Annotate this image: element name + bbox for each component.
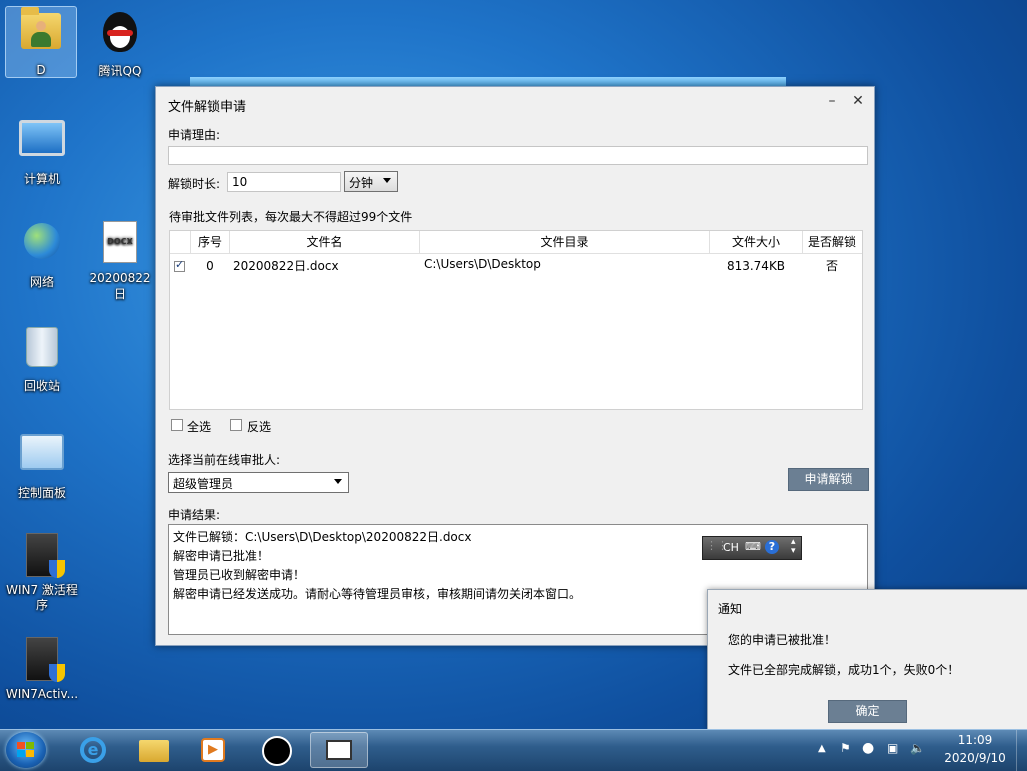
action-center-icon[interactable]: ⚑ (840, 741, 851, 755)
duration-label: 解锁时长: (168, 177, 221, 191)
computer-icon (19, 120, 65, 156)
qq-penguin-icon (103, 12, 137, 52)
clock-date[interactable]: 2020/9/10 (940, 751, 1010, 765)
desktop-icon-win7-activator[interactable]: WIN7 激活程序 (5, 530, 79, 613)
row-unlocked: 否 (825, 259, 838, 273)
minimize-button[interactable]: – (822, 93, 842, 111)
desktop-icon-recycle-bin[interactable]: 回收站 (7, 322, 77, 394)
taskbar-unlock-app[interactable] (310, 732, 368, 768)
row-file-size: 813.74KB (726, 259, 786, 273)
notification-message-2: 文件已全部完成解锁，成功1个，失败0个！ (728, 663, 960, 677)
desktop-icon-d[interactable]: D (5, 6, 77, 78)
notification-message-1: 您的申请已被批准！ (728, 633, 837, 647)
desktop-icon-label: 控制面板 (17, 486, 66, 500)
control-panel-icon (20, 434, 64, 470)
qq-tray-icon[interactable]: ● (862, 740, 874, 756)
duration-input[interactable] (227, 172, 341, 192)
show-desktop-button[interactable] (1016, 730, 1027, 771)
user-folder-icon (21, 7, 61, 49)
network-globe-icon (24, 223, 60, 259)
duration-unit-select[interactable]: 分钟 (344, 171, 398, 192)
row-checkbox[interactable] (174, 258, 185, 272)
notification-title: 通知 (718, 602, 743, 616)
docx-file-icon: DOCX (103, 221, 137, 263)
notification-ok-button[interactable]: 确定 (828, 700, 907, 723)
activator-box-icon (26, 637, 65, 682)
desktop-icon-label: D (36, 63, 46, 77)
keyboard-icon[interactable]: ⌨ (745, 540, 761, 553)
chevron-down-icon (383, 178, 391, 183)
column-header-dir[interactable]: 文件目录 (420, 231, 710, 253)
ime-toolbar[interactable]: ⋮⋮ CH ⌨ ? ▴ ▾ (702, 536, 802, 560)
invert-select-checkbox[interactable] (230, 419, 242, 431)
taskbar: e ▶ ▲ ⚑ ● ▣ 🔈 11:09 2020/9/10 (0, 729, 1027, 771)
desktop-icon-label: 腾讯QQ (98, 64, 142, 78)
invert-select-label[interactable]: 反选 (247, 418, 271, 435)
column-header-index[interactable]: 序号 (191, 231, 230, 253)
recycle-bin-icon (26, 327, 58, 367)
row-file-name: 20200822日.docx (233, 259, 339, 273)
close-button[interactable]: ✕ (848, 93, 868, 111)
internet-explorer-icon: e (80, 737, 106, 763)
desktop-icon-computer[interactable]: 计算机 (7, 114, 77, 187)
chevron-down-icon (334, 479, 342, 484)
approver-value: 超级管理员 (173, 477, 234, 491)
desktop-icon-control-panel[interactable]: 控制面板 (7, 426, 77, 501)
taskbar-media[interactable]: ▶ (187, 732, 241, 768)
desktop-icon-win7activ[interactable]: WIN7Activ... (5, 634, 79, 701)
desktop-icon-label: 计算机 (23, 172, 60, 186)
reason-label: 申请理由: (168, 128, 221, 142)
media-player-icon: ▶ (201, 738, 225, 762)
notification-popup: 通知 您的申请已被批准！ 文件已全部完成解锁，成功1个，失败0个！ 确定 (707, 589, 1027, 731)
row-index: 0 (206, 259, 214, 273)
ime-language[interactable]: CH (723, 541, 739, 554)
column-header-unlocked[interactable]: 是否解锁 (803, 231, 861, 253)
clock-time[interactable]: 11:09 (945, 733, 1005, 747)
desktop-icon-label: 网络 (29, 275, 54, 289)
file-list-label: 待审批文件列表，每次最大不得超过99个文件 (169, 210, 413, 224)
help-icon[interactable]: ? (765, 540, 779, 554)
desktop-icon-label: 回收站 (23, 379, 60, 393)
result-label: 申请结果: (168, 508, 221, 522)
select-all-checkbox[interactable] (171, 419, 183, 431)
desktop-icon-label: 20200822日 (89, 271, 151, 301)
folder-icon (139, 740, 169, 762)
reason-input[interactable] (168, 146, 868, 165)
approver-select[interactable]: 超级管理员 (168, 472, 349, 493)
desktop-icon-label: WIN7 激活程序 (6, 583, 78, 612)
duration-unit-value: 分钟 (349, 176, 374, 190)
desktop-icon-docx[interactable]: DOCX 20200822日 (85, 217, 155, 302)
approver-label: 选择当前在线审批人: (168, 453, 281, 467)
result-line: 管理员已收到解密申请！ (173, 568, 306, 582)
application-window-icon (326, 740, 352, 760)
table-header: 序号 文件名 文件目录 文件大小 是否解锁 (170, 231, 862, 254)
volume-icon[interactable]: 🔈 (910, 741, 925, 755)
activator-box-icon (26, 533, 65, 578)
show-hidden-icons-button[interactable]: ▲ (818, 743, 826, 754)
desktop-icon-label: WIN7Activ... (5, 687, 79, 701)
column-header-name[interactable]: 文件名 (230, 231, 420, 253)
dialog-title: 文件解锁申请 (168, 100, 247, 115)
taskbar-qq[interactable] (250, 732, 304, 768)
file-unlock-dialog: 文件解锁申请 – ✕ 申请理由: 解锁时长: 分钟 待审批文件列表，每次最大不得… (155, 86, 875, 646)
ime-options-icon[interactable]: ▴ ▾ (791, 538, 796, 556)
desktop-icon-qq[interactable]: 腾讯QQ (85, 8, 155, 79)
file-table: 序号 文件名 文件目录 文件大小 是否解锁 0 20200822日.docx C… (169, 230, 863, 410)
taskbar-explorer[interactable] (127, 732, 181, 768)
row-file-dir: C:\Users\D\Desktop (424, 257, 541, 271)
column-header-size[interactable]: 文件大小 (710, 231, 803, 253)
start-button[interactable] (6, 732, 46, 768)
apply-unlock-button[interactable]: 申请解锁 (788, 468, 869, 491)
column-header-check (170, 231, 191, 253)
taskbar-ie[interactable]: e (67, 732, 121, 768)
desktop-icon-network[interactable]: 网络 (7, 217, 77, 290)
qq-penguin-icon (262, 736, 292, 766)
network-tray-icon[interactable]: ▣ (887, 741, 898, 755)
select-all-label[interactable]: 全选 (187, 418, 211, 435)
